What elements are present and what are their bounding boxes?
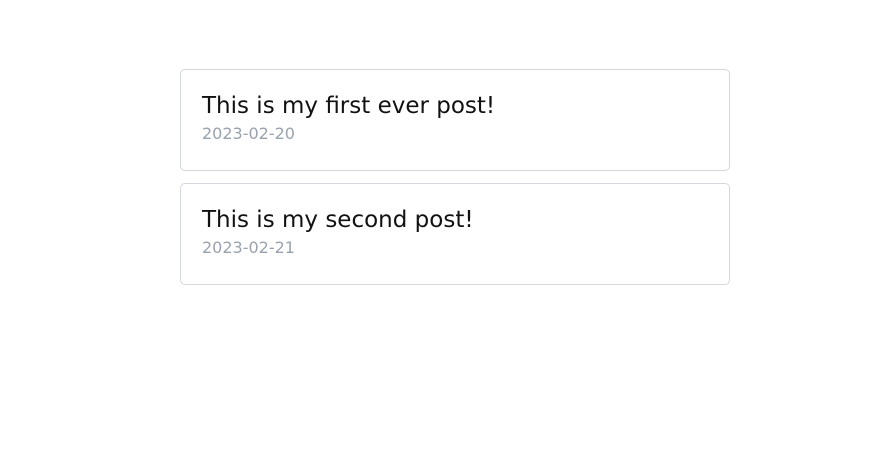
post-title[interactable]: This is my first ever post!	[202, 91, 708, 121]
post-title[interactable]: This is my second post!	[202, 205, 708, 235]
post-date: 2023-02-21	[202, 238, 295, 257]
post-card[interactable]: This is my first ever post! 2023-02-20	[180, 69, 730, 171]
page: This is my first ever post! 2023-02-20 T…	[0, 0, 886, 476]
post-date: 2023-02-20	[202, 124, 295, 143]
post-card[interactable]: This is my second post! 2023-02-21	[180, 183, 730, 285]
post-list: This is my first ever post! 2023-02-20 T…	[180, 69, 730, 285]
